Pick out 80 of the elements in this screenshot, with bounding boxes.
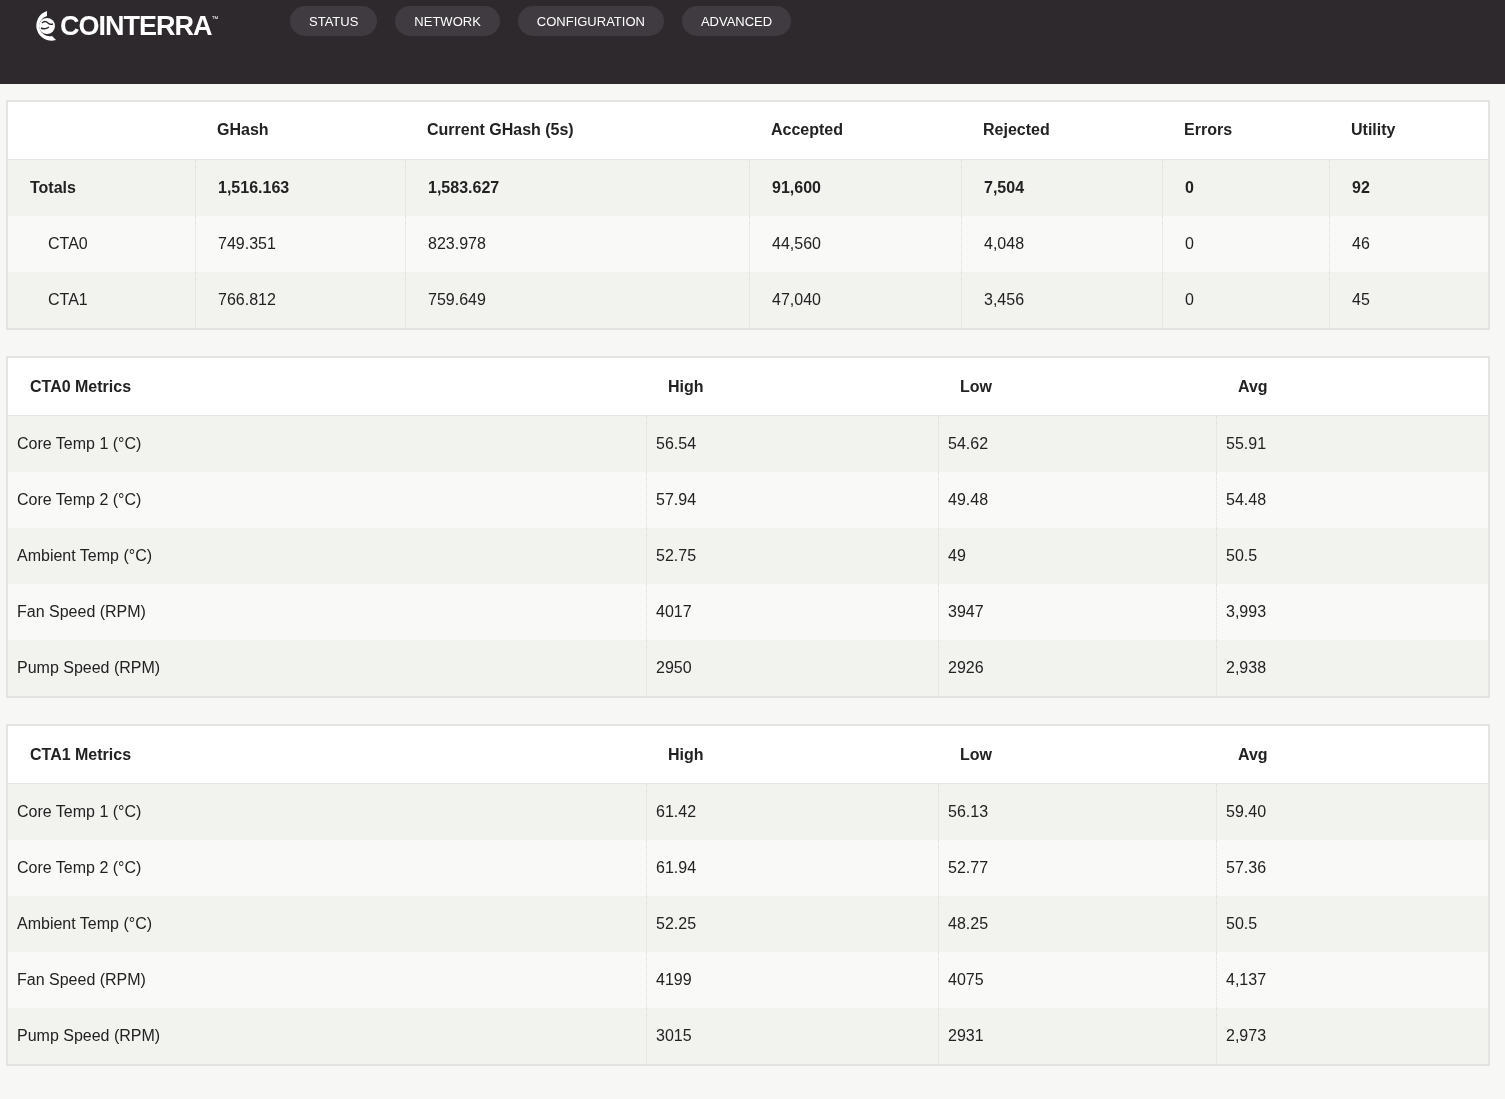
table-cell: 4017 xyxy=(656,603,692,621)
table-cell: 56.54 xyxy=(656,435,697,453)
table-cell: 52.75 xyxy=(656,547,697,565)
metric-label: Pump Speed (RPM) xyxy=(17,659,161,677)
table-cell: 759.649 xyxy=(428,291,486,309)
table-cell: 59.40 xyxy=(1226,803,1267,821)
metric-label: Fan Speed (RPM) xyxy=(17,971,146,989)
table-cell: 52.77 xyxy=(948,859,989,877)
column-header: Avg xyxy=(1238,745,1268,764)
table-cell: 56.13 xyxy=(948,803,989,821)
column-header: Errors xyxy=(1184,121,1233,139)
column-header: GHash xyxy=(217,121,269,139)
table-cell: 2926 xyxy=(948,659,984,677)
table-cell: 44,560 xyxy=(772,235,821,253)
column-header: Accepted xyxy=(771,121,844,139)
table-cell: 92 xyxy=(1352,179,1370,197)
nav-button[interactable]: CONFIGURATION xyxy=(517,6,664,36)
table-cell: 3015 xyxy=(656,1027,692,1045)
column-header: High xyxy=(668,745,704,764)
metric-label: Core Temp 2 (°C) xyxy=(17,491,142,509)
table-cell: 49.48 xyxy=(948,491,989,509)
table-cell: 45 xyxy=(1352,291,1370,309)
column-header: High xyxy=(668,377,704,396)
table-cell: 54.62 xyxy=(948,435,989,453)
column-header: Low xyxy=(960,377,992,396)
table-cell: 91,600 xyxy=(772,179,821,197)
table-cell: CTA0 xyxy=(48,235,88,253)
table-cell: 4,048 xyxy=(984,235,1025,253)
table-cell: 2950 xyxy=(656,659,692,677)
table-cell: 7,504 xyxy=(984,179,1025,197)
table-cell: 61.94 xyxy=(656,859,697,877)
table-cell: 4075 xyxy=(948,971,984,989)
column-header: Current GHash (5s) xyxy=(427,121,574,139)
table-cell: 1,583.627 xyxy=(428,179,500,197)
table-cell: 49 xyxy=(948,547,966,565)
table-cell: 2931 xyxy=(948,1027,984,1045)
table-cell: 1,516.163 xyxy=(218,179,290,197)
column-header: Utility xyxy=(1351,121,1396,139)
table-title: CTA1 Metrics xyxy=(30,745,132,764)
table-cell: 46 xyxy=(1352,235,1370,253)
table-cell: 766.812 xyxy=(218,291,276,309)
column-header: Low xyxy=(960,745,992,764)
metric-label: Core Temp 1 (°C) xyxy=(17,803,142,821)
table-cell: 2,938 xyxy=(1226,659,1267,677)
column-header: Rejected xyxy=(983,121,1050,139)
nav-button[interactable]: ADVANCED xyxy=(681,6,792,36)
table-cell: 4199 xyxy=(656,971,692,989)
table-cell: 50.5 xyxy=(1226,547,1258,565)
table-cell: 61.42 xyxy=(656,803,697,821)
metric-label: Ambient Temp (°C) xyxy=(17,915,153,933)
table-cell: 52.25 xyxy=(656,915,697,933)
table-cell: 3947 xyxy=(948,603,984,621)
table-cell: 57.94 xyxy=(656,491,697,509)
table-cell: 55.91 xyxy=(1226,435,1267,453)
table-cell: CTA1 xyxy=(48,291,88,309)
metric-label: Fan Speed (RPM) xyxy=(17,603,146,621)
column-header: Avg xyxy=(1238,377,1268,396)
metric-label: Core Temp 1 (°C) xyxy=(17,435,142,453)
table-cell: 2,973 xyxy=(1226,1027,1267,1045)
table-cell: 54.48 xyxy=(1226,491,1267,509)
table-title: CTA0 Metrics xyxy=(30,377,132,396)
nav-button[interactable]: NETWORK xyxy=(395,6,500,36)
table-cell: 0 xyxy=(1185,291,1194,309)
table-cell: 3,993 xyxy=(1226,603,1267,621)
metric-label: Pump Speed (RPM) xyxy=(17,1027,161,1045)
table-cell: 749.351 xyxy=(218,235,276,253)
metric-label: Ambient Temp (°C) xyxy=(17,547,153,565)
table-cell: 50.5 xyxy=(1226,915,1258,933)
logo-wordmark: COINTERRA xyxy=(60,10,212,42)
table-cell: 3,456 xyxy=(984,291,1025,309)
table-cell: 0 xyxy=(1185,235,1194,253)
table-cell: 48.25 xyxy=(948,915,989,933)
table-cell: Totals xyxy=(30,179,76,197)
table-cell: 47,040 xyxy=(772,291,821,309)
table-cell: 57.36 xyxy=(1226,859,1267,877)
table-cell: 0 xyxy=(1185,179,1194,197)
table-cell: 823.978 xyxy=(428,235,486,253)
table-cell: 4,137 xyxy=(1226,971,1267,989)
nav-button[interactable]: STATUS xyxy=(290,6,378,36)
metric-label: Core Temp 2 (°C) xyxy=(17,859,142,877)
